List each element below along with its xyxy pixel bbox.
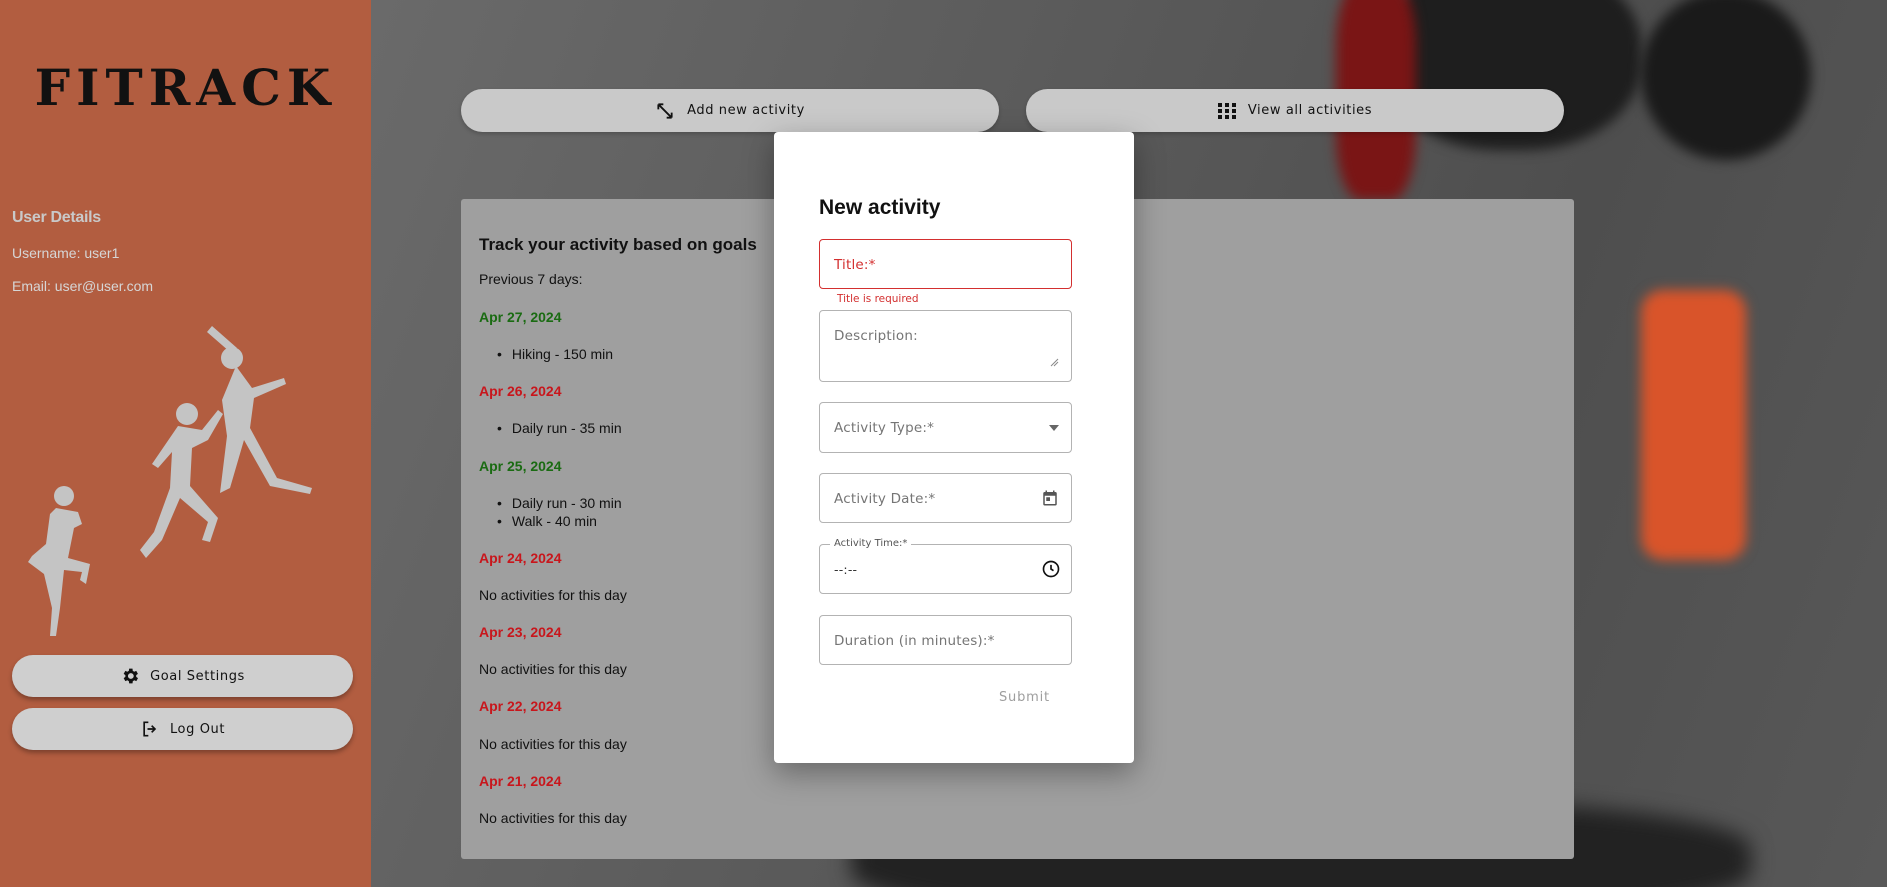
clock-icon[interactable] [1041,559,1061,579]
title-error-text: Title is required [837,293,919,305]
user-details-heading: User Details [12,209,101,226]
activity-time-label: Activity Time:* [830,538,912,549]
day-date: Apr 21, 2024 [479,773,562,789]
calendar-icon[interactable] [1041,489,1059,507]
no-activities-text: No activities for this day [479,736,627,752]
activity-item: Daily run - 35 min [497,420,622,436]
day-date: Apr 22, 2024 [479,698,562,714]
view-all-activities-label: View all activities [1247,103,1373,118]
activity-date-label: Activity Date:* [834,491,936,507]
log-out-button[interactable]: Log Out [12,708,353,750]
view-all-activities-button[interactable]: View all activities [1026,89,1564,132]
title-input-label: Title:* [834,257,876,273]
dialog-title: New activity [819,196,941,219]
day-date: Apr 25, 2024 [479,458,562,474]
duration-label: Duration (in minutes):* [834,633,995,649]
email-text: Email: user@user.com [12,278,154,294]
logout-icon [143,721,157,737]
activity-type-label: Activity Type:* [834,420,935,436]
no-activities-text: No activities for this day [479,661,627,677]
activity-time-input[interactable]: Activity Time:* --:-- [819,538,1072,594]
chevron-down-icon [1049,425,1059,431]
background-weight-plate [1641,0,1811,160]
activity-time-value: --:-- [834,562,858,577]
log-out-label: Log Out [169,721,226,737]
duration-input[interactable]: Duration (in minutes):* [819,615,1072,665]
title-input[interactable]: Title:* [819,239,1072,289]
add-new-activity-button[interactable]: Add new activity [461,89,999,132]
panel-subtitle: Previous 7 days: [479,271,583,287]
grid-icon [1217,102,1236,119]
goal-settings-label: Goal Settings [150,668,245,684]
activity-date-input[interactable]: Activity Date:* [819,473,1072,523]
sidebar: FITRACK User Details Username: user1 Ema… [0,0,371,887]
day-date: Apr 26, 2024 [479,383,562,399]
background-dumbbell [1641,290,1746,560]
description-label: Description: [834,328,918,344]
day-date: Apr 23, 2024 [479,624,562,640]
app-logo: FITRACK [34,58,337,117]
day-date: Apr 24, 2024 [479,550,562,566]
submit-button[interactable]: Submit [999,690,1050,705]
resize-handle-icon[interactable] [1050,358,1059,367]
activity-item: Hiking - 150 min [497,346,613,362]
add-new-activity-label: Add new activity [687,103,805,118]
fitness-figures-illustration [28,326,312,636]
username-text: Username: user1 [12,245,120,261]
no-activities-text: No activities for this day [479,587,627,603]
activity-type-select[interactable]: Activity Type:* [819,402,1072,453]
gear-icon [123,668,139,684]
new-activity-dialog: New activity Title:* Title is required D… [774,132,1134,763]
no-activities-text: No activities for this day [479,810,627,826]
goal-settings-button[interactable]: Goal Settings [12,655,353,697]
activity-item: Walk - 40 min [497,513,597,529]
activity-item: Daily run - 30 min [497,495,622,511]
day-date: Apr 27, 2024 [479,309,562,325]
panel-title: Track your activity based on goals [479,235,757,254]
description-textarea[interactable]: Description: [819,310,1072,382]
expand-arrows-icon [657,102,673,119]
